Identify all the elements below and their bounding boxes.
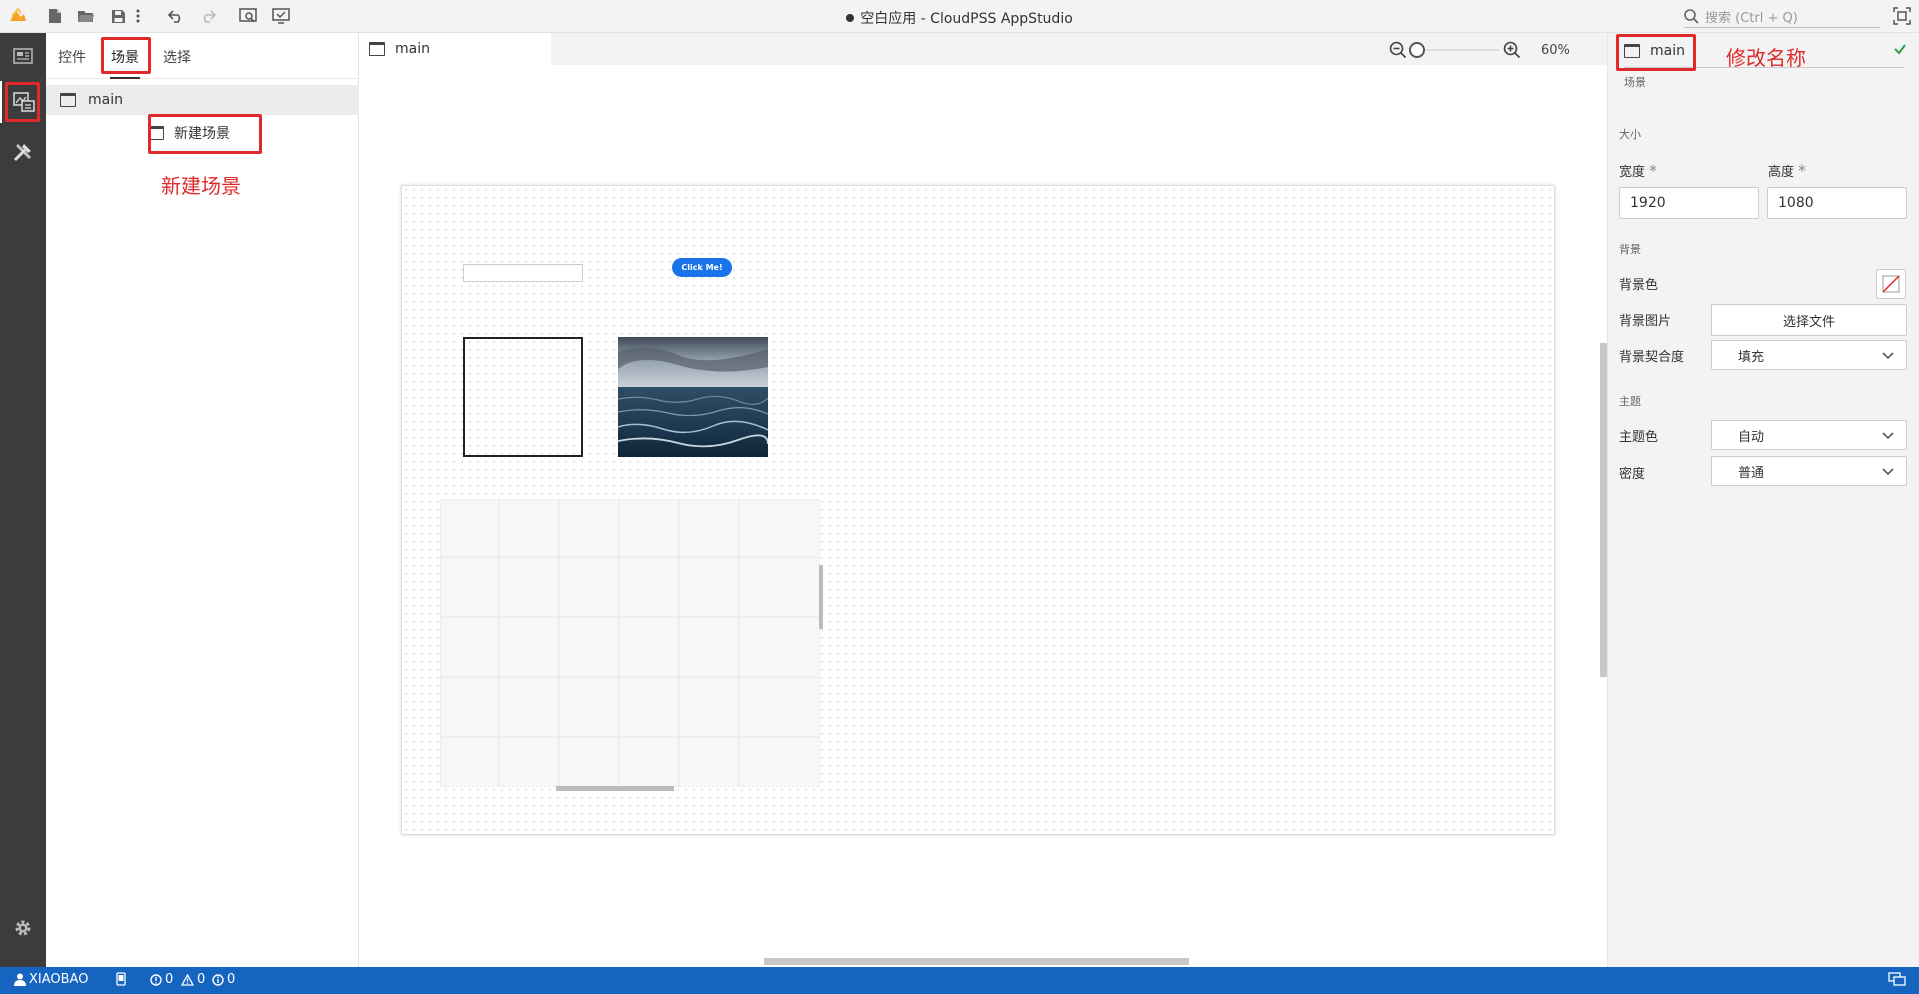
window-icon — [369, 42, 385, 56]
size-section-title: 大小 — [1619, 128, 1641, 141]
zoom-out-icon[interactable] — [1389, 41, 1407, 59]
zoom-level: 60% — [1541, 42, 1570, 58]
error-count[interactable]: 0 — [150, 972, 173, 987]
bg-fit-value: 填充 — [1738, 349, 1765, 365]
scene-artboard[interactable]: Click Me! — [401, 185, 1555, 835]
window-icon — [60, 93, 76, 107]
redo-icon[interactable] — [198, 6, 218, 26]
info-icon — [212, 973, 224, 986]
warning-count[interactable]: 0 — [181, 972, 205, 987]
bg-fit-select[interactable]: 填充 — [1711, 340, 1907, 370]
bg-image-label: 背景图片 — [1619, 314, 1672, 329]
choose-file-button[interactable]: 选择文件 — [1711, 304, 1907, 336]
active-tab-indicator — [110, 77, 140, 79]
height-input[interactable]: 1080 — [1767, 187, 1907, 219]
annotation-rename: 修改名称 — [1726, 46, 1806, 70]
theme-section-title: 主题 — [1619, 395, 1641, 408]
zoom-in-icon[interactable] — [1503, 41, 1521, 59]
required-mark: * — [1798, 161, 1807, 180]
scene-name-field[interactable]: main — [1624, 43, 1685, 59]
background-section-title: 背景 — [1619, 243, 1641, 256]
zoom-slider-handle[interactable] — [1408, 42, 1425, 58]
open-folder-icon[interactable] — [76, 6, 96, 26]
window-icon — [1624, 44, 1640, 58]
required-mark: * — [1649, 161, 1658, 180]
canvas-vertical-scrollbar[interactable] — [1600, 343, 1607, 677]
user-name: XIAOBAO — [29, 972, 89, 987]
density-value: 普通 — [1738, 465, 1765, 481]
canvas-horizontal-scrollbar[interactable] — [764, 958, 1189, 965]
more-icon[interactable] — [134, 6, 142, 26]
user-status[interactable]: XIAOBAO — [14, 972, 88, 987]
bg-color-label: 背景色 — [1619, 278, 1659, 293]
theme-color-label: 主题色 — [1619, 430, 1659, 445]
canvas-text-input[interactable] — [463, 264, 583, 282]
editor-tab-main[interactable]: main — [359, 33, 551, 65]
tools-view-icon[interactable] — [0, 131, 46, 173]
tab-controls[interactable]: 控件 — [58, 47, 86, 67]
device-status[interactable] — [116, 972, 126, 986]
canvas-click-button[interactable]: Click Me! — [672, 258, 732, 277]
controls-view-icon[interactable] — [0, 35, 46, 77]
search-box[interactable]: 搜索 (Ctrl + Q) — [1684, 6, 1880, 28]
height-label: 高度 * — [1768, 161, 1807, 180]
unsaved-dot-icon — [846, 14, 855, 22]
width-label: 宽度 * — [1619, 161, 1658, 180]
new-file-icon[interactable] — [45, 6, 65, 26]
canvas-rectangle[interactable] — [463, 337, 583, 457]
activity-bar — [0, 33, 46, 967]
publish-icon[interactable] — [271, 6, 291, 26]
scene-name-value: main — [1650, 43, 1685, 59]
editor-tab-bar: main 60% — [359, 33, 1607, 65]
density-select[interactable]: 普通 — [1711, 456, 1907, 486]
user-icon — [14, 973, 26, 986]
scene-item-main[interactable]: main — [46, 85, 359, 115]
canvas-sea-image[interactable] — [618, 337, 768, 457]
error-icon — [150, 973, 162, 986]
feedback-icon[interactable] — [1888, 972, 1906, 986]
zoom-control: 60% — [1389, 40, 1570, 60]
zoom-slider[interactable] — [1408, 42, 1499, 58]
save-icon[interactable] — [108, 6, 128, 26]
bg-color-swatch[interactable] — [1876, 269, 1906, 299]
fullscreen-icon[interactable] — [1893, 7, 1911, 25]
chevron-down-icon — [1882, 468, 1894, 476]
info-count[interactable]: 0 — [212, 972, 235, 987]
width-input[interactable]: 1920 — [1619, 187, 1759, 219]
app-logo-icon — [8, 6, 28, 26]
theme-color-select[interactable]: 自动 — [1711, 420, 1907, 450]
left-panel-tabs: 控件 场景 选择 — [46, 33, 358, 79]
tab-selection[interactable]: 选择 — [163, 47, 191, 67]
settings-gear-icon[interactable] — [0, 907, 46, 949]
density-label: 密度 — [1619, 467, 1646, 482]
properties-panel: main 场景 大小 宽度 * 高度 * 1920 1080 背景 背景色 背景图片… — [1607, 33, 1919, 967]
mobile-icon — [116, 972, 126, 986]
tab-scenes[interactable]: 场景 — [111, 47, 139, 67]
table-horizontal-scrollbar[interactable] — [556, 786, 674, 791]
element-type-label: 场景 — [1624, 76, 1646, 89]
theme-color-value: 自动 — [1738, 429, 1765, 445]
chevron-down-icon — [1882, 432, 1894, 440]
editor-canvas-area[interactable]: Click Me! — [359, 65, 1607, 967]
search-placeholder: 搜索 (Ctrl + Q) — [1705, 11, 1798, 26]
undo-icon[interactable] — [166, 6, 186, 26]
chevron-down-icon — [1882, 352, 1894, 360]
status-bar: XIAOBAO 0 0 0 — [0, 967, 1919, 994]
window-icon — [148, 126, 164, 140]
scene-item-label: main — [88, 92, 123, 108]
confirm-check-icon[interactable] — [1893, 42, 1907, 60]
annotation-new-scene: 新建场景 — [161, 174, 241, 198]
warning-icon — [181, 973, 194, 986]
editor-tab-label: main — [395, 41, 430, 57]
preview-icon[interactable] — [238, 6, 258, 26]
new-scene-button[interactable]: 新建场景 — [148, 118, 298, 148]
bg-fit-label: 背景契合度 — [1619, 350, 1685, 365]
title-bar: 空白应用 - CloudPSS AppStudio 搜索 (Ctrl + Q) — [0, 0, 1919, 33]
new-scene-label: 新建场景 — [174, 126, 230, 142]
search-icon — [1684, 9, 1699, 24]
canvas-table-grid[interactable] — [440, 499, 823, 791]
scenes-view-icon[interactable] — [0, 81, 46, 123]
table-vertical-scrollbar[interactable] — [819, 565, 823, 629]
